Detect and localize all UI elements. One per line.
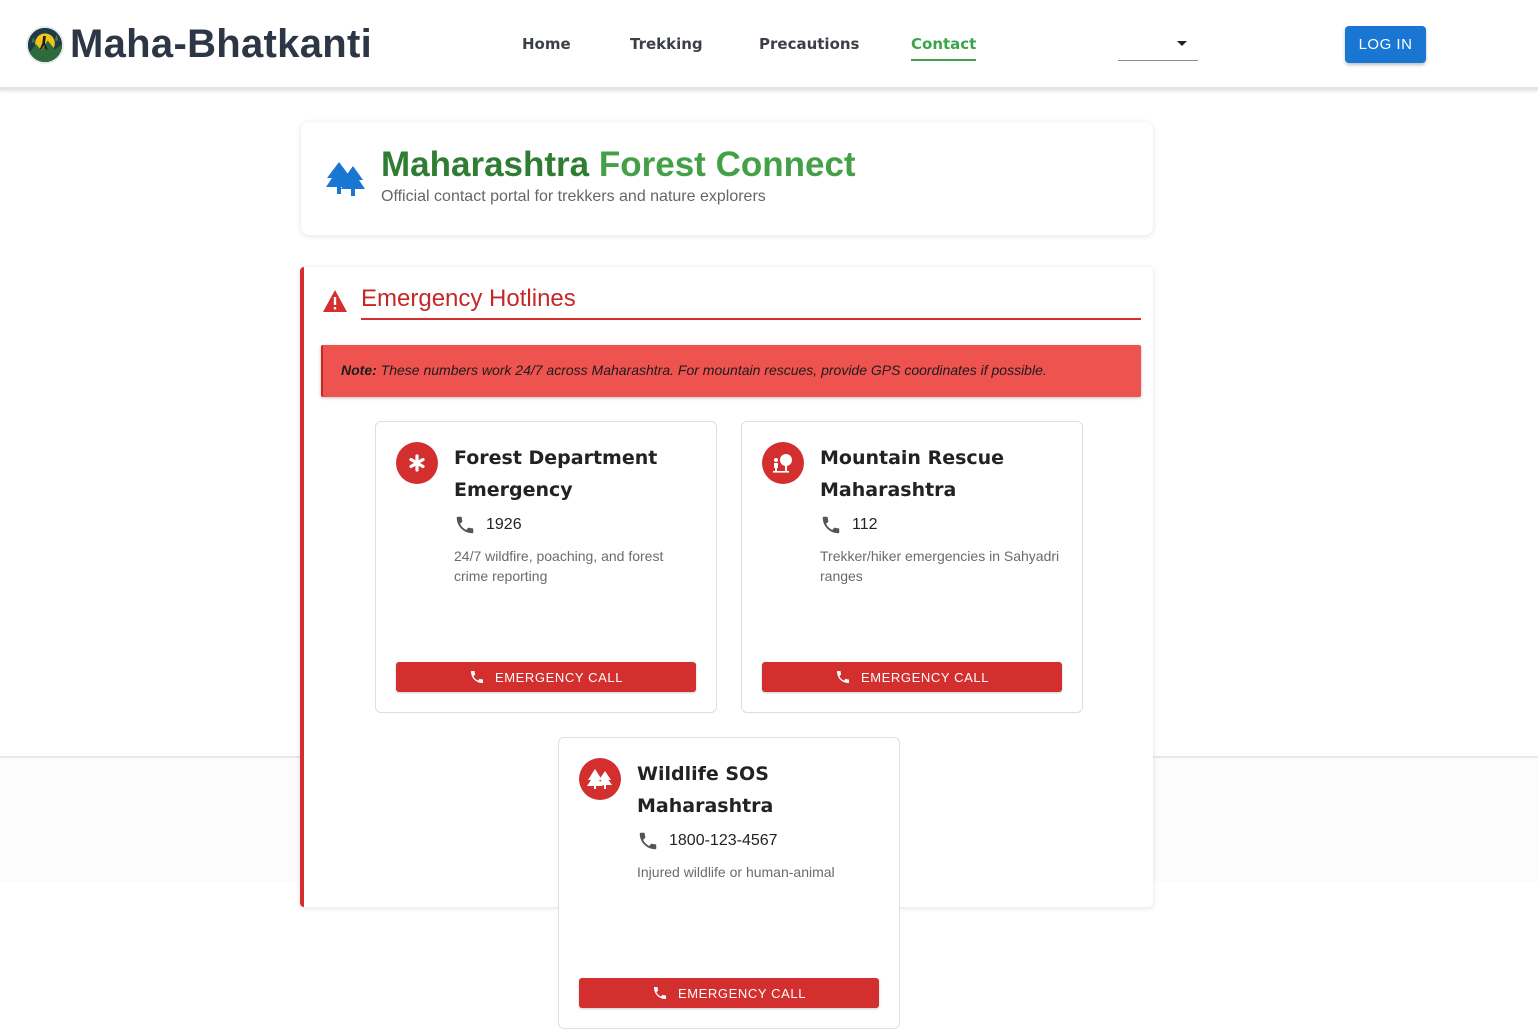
nav-trekking[interactable]: Trekking	[630, 35, 703, 59]
hotline-title: Forest Department Emergency	[454, 447, 658, 501]
hotline-description: 24/7 wildfire, poaching, and forest crim…	[454, 548, 664, 584]
nav-precautions[interactable]: Precautions	[759, 35, 859, 59]
brand-name: Maha-Bhatkanti	[70, 22, 373, 66]
emergency-hotlines-section: Emergency Hotlines Note: These numbers w…	[300, 267, 1153, 1029]
page-header-card: Maharashtra Forest Connect Official cont…	[301, 122, 1153, 235]
login-button[interactable]: LOG IN	[1345, 26, 1426, 63]
phone-icon	[653, 987, 666, 999]
section-divider	[361, 318, 1141, 320]
medical-asterisk-icon	[396, 442, 438, 484]
phone-icon	[822, 516, 840, 534]
nav-home[interactable]: Home	[522, 35, 571, 59]
phone-icon	[470, 671, 483, 683]
caret-down-icon	[1177, 41, 1187, 46]
phone-icon	[836, 671, 849, 683]
hotline-title: Mountain Rescue Maharashtra	[820, 447, 1005, 501]
forest-trees-icon	[326, 162, 365, 196]
hotline-card: Wildlife SOS Maharashtra 1800-123-4567 I…	[558, 737, 900, 1029]
hotline-description: Trekker/hiker emergencies in Sahyadri ra…	[820, 548, 1060, 584]
hotline-phone: 112	[852, 516, 878, 533]
hiker-icon	[762, 442, 804, 484]
nav-contact[interactable]: Contact	[911, 35, 977, 61]
hotline-phone-row: 1926	[454, 514, 522, 536]
warning-icon	[323, 290, 347, 312]
hotline-card: Forest Department Emergency 1926 24/7 wi…	[375, 421, 717, 713]
hotline-card: Mountain Rescue Maharashtra 112 Trekker/…	[741, 421, 1083, 713]
emergency-call-button[interactable]: EMERGENCY CALL	[579, 978, 879, 1008]
hotline-title: Wildlife SOS Maharashtra	[637, 763, 774, 817]
emergency-call-label: EMERGENCY CALL	[677, 985, 807, 1001]
phone-icon	[639, 832, 657, 850]
language-select[interactable]	[1118, 30, 1198, 61]
emergency-call-button[interactable]: EMERGENCY CALL	[396, 662, 696, 692]
phone-icon	[456, 516, 474, 534]
top-navbar: Maha-Bhatkanti Home Trekking Precautions…	[0, 0, 1538, 90]
emergency-call-label: EMERGENCY CALL	[860, 669, 990, 685]
mountain-trekker-logo	[26, 25, 64, 64]
emergency-call-label: EMERGENCY CALL	[494, 669, 624, 685]
emergency-call-button[interactable]: EMERGENCY CALL	[762, 662, 1062, 692]
brand[interactable]: Maha-Bhatkanti	[26, 22, 372, 67]
page-title-part1: Maharashtra	[381, 145, 590, 184]
hotline-description: Injured wildlife or human-animal	[637, 864, 835, 880]
page-title: Maharashtra Forest Connect	[381, 145, 856, 185]
forest-icon	[579, 758, 621, 800]
note-text: These numbers work 24/7 across Maharasht…	[376, 362, 1047, 378]
note-banner: Note: These numbers work 24/7 across Mah…	[321, 345, 1141, 397]
hotline-phone: 1926	[486, 516, 522, 533]
hotline-phone-row: 1800-123-4567	[637, 830, 778, 852]
page-subtitle: Official contact portal for trekkers and…	[381, 188, 766, 205]
hotline-phone-row: 112	[820, 514, 878, 536]
section-title: Emergency Hotlines	[361, 285, 576, 312]
note-label: Note:	[341, 362, 377, 378]
page-title-part2: Forest Connect	[598, 145, 856, 184]
hotline-phone: 1800-123-4567	[669, 832, 778, 849]
